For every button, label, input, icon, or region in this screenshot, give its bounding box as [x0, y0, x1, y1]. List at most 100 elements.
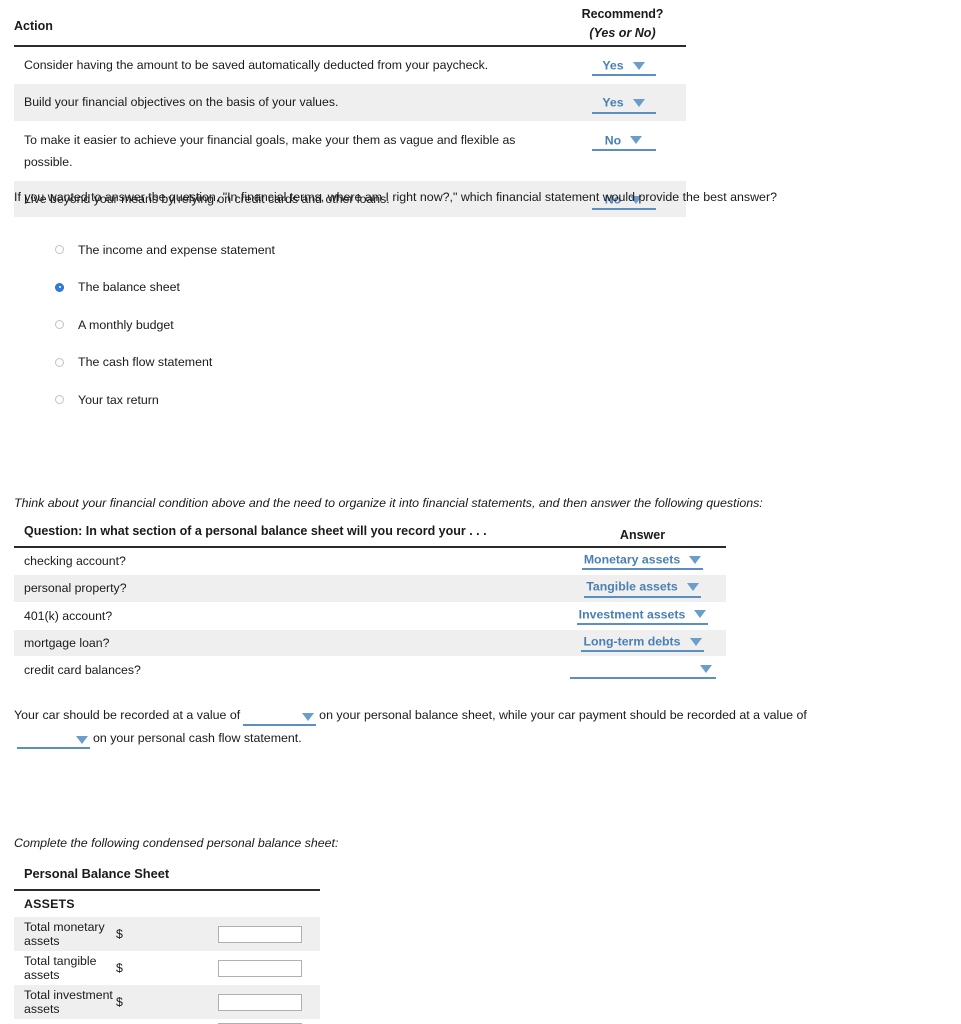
recommend-header-sub: (Yes or No)	[589, 26, 656, 40]
section-header-question: Question: In what section of a personal …	[14, 524, 559, 548]
currency-symbol: $	[116, 917, 218, 951]
chevron-down-icon	[632, 61, 645, 70]
table-row: Consider having the amount to be saved a…	[14, 46, 686, 85]
radio-option-tax-return[interactable]: Your tax return	[55, 381, 655, 419]
chevron-down-icon	[76, 735, 88, 744]
section-dropdown-0[interactable]: Monetary assets	[581, 552, 704, 571]
radio-button-icon[interactable]	[55, 320, 64, 330]
answer-cell: No	[559, 121, 686, 181]
answer-cell: Yes	[559, 46, 686, 85]
section-answer-cell: Tangible assets	[559, 574, 726, 603]
recommend-table-header: . Action Recommend? (Yes or No)	[14, 0, 686, 47]
section-header-answer: Answer	[559, 524, 726, 548]
chevron-down-icon	[630, 136, 643, 145]
think-about-instruction: Think about your financial condition abo…	[14, 496, 763, 510]
recommend-dropdown-2-label: No	[604, 132, 622, 147]
chevron-down-icon	[700, 664, 712, 673]
radio-option-cash-flow-statement[interactable]: The cash flow statement	[55, 344, 655, 382]
section-answer-cell: Investment assets	[559, 602, 726, 630]
section-dropdown-3-label: Long-term debts	[583, 634, 681, 648]
section-dropdown-0-label: Monetary assets	[583, 552, 681, 567]
balance-sheet-title-row: Personal Balance Sheet	[14, 866, 320, 891]
table-row: Total tangible assets $	[14, 951, 320, 985]
table-row: Build your financial objectives on the b…	[14, 83, 686, 122]
section-table-header: Question: In what section of a personal …	[14, 524, 726, 548]
action-text: Consider having the amount to be saved a…	[14, 46, 559, 85]
recommend-dropdown-1[interactable]: Yes	[591, 95, 656, 114]
radio-option-balance-sheet[interactable]: The balance sheet	[55, 269, 655, 307]
car-payment-dropdown[interactable]	[17, 732, 90, 749]
radio-option-label: The cash flow statement	[78, 355, 213, 370]
section-answer-cell: Monetary assets	[559, 547, 726, 576]
action-text: Build your financial objectives on the b…	[14, 83, 559, 122]
total-monetary-assets-input[interactable]	[218, 925, 302, 943]
action-text: To make it easier to achieve your financ…	[14, 121, 559, 181]
currency-symbol: $	[116, 961, 123, 975]
section-dropdown-2[interactable]: Investment assets	[576, 606, 709, 625]
radio-option-label: A monthly budget	[78, 317, 174, 332]
recommend-header-top: Recommend?	[581, 7, 664, 21]
recommend-header-action: Action	[14, 19, 53, 33]
recommend-dropdown-1-label: Yes	[602, 95, 624, 110]
table-row: mortgage loan? Long-term debts	[14, 629, 726, 658]
radio-button-selected-icon[interactable]	[55, 282, 64, 292]
chevron-down-icon	[694, 610, 707, 619]
chevron-down-icon	[686, 583, 699, 591]
radio-button-icon[interactable]	[55, 357, 64, 367]
table-row: Total monetary assets $	[14, 917, 320, 951]
currency-symbol: $	[116, 1019, 218, 1024]
chevron-down-icon	[632, 99, 645, 107]
car-value-paragraph: Your car should be recorded at a value o…	[14, 704, 914, 750]
section-dropdown-2-label: Investment assets	[578, 606, 686, 621]
radio-option-income-expense-statement[interactable]: The income and expense statement	[55, 231, 655, 269]
section-question-text: personal property?	[14, 574, 559, 603]
radio-option-label: The income and expense statement	[78, 242, 275, 257]
balance-row-label: Total monetary assets	[14, 917, 116, 951]
chevron-down-icon	[689, 555, 702, 564]
table-row: Total assets $	[14, 1019, 320, 1024]
section-question-text: credit card balances?	[14, 656, 559, 684]
recommend-header-answer-cell: Recommend? (Yes or No)	[559, 0, 686, 47]
personal-balance-sheet-table: Personal Balance Sheet ASSETS Total mone…	[14, 866, 320, 1024]
balance-row-label: Total tangible assets	[24, 954, 97, 982]
section-answer-cell	[559, 656, 726, 684]
total-investment-assets-input[interactable]	[218, 993, 302, 1011]
section-dropdown-4[interactable]	[569, 661, 716, 679]
car-paragraph-part2: on your personal balance sheet, while yo…	[319, 708, 807, 722]
recommend-table: . Action Recommend? (Yes or No) Consider…	[14, 0, 686, 219]
radio-option-label: Your tax return	[78, 392, 159, 407]
section-question-text: mortgage loan?	[14, 629, 559, 658]
balance-input-cell	[218, 917, 320, 951]
currency-symbol: $	[116, 985, 218, 1019]
radio-option-label: The balance sheet	[78, 280, 180, 295]
section-question-text: checking account?	[14, 547, 559, 576]
balance-input-cell	[218, 985, 320, 1019]
recommend-header-action-cell: . Action	[14, 0, 559, 47]
table-row: 401(k) account? Investment assets	[14, 602, 726, 630]
radio-button-icon[interactable]	[55, 395, 64, 405]
multiple-choice-prompt: If you wanted to answer the question, "I…	[14, 190, 777, 204]
recommend-dropdown-2[interactable]: No	[591, 132, 656, 151]
chevron-down-icon	[689, 637, 702, 646]
car-paragraph-part1: Your car should be recorded at a value o…	[14, 708, 241, 722]
table-row: Total investment assets $	[14, 985, 320, 1019]
multiple-choice-options: The income and expense statement The bal…	[55, 231, 655, 419]
total-tangible-assets-input[interactable]	[218, 959, 302, 977]
radio-button-icon[interactable]	[55, 245, 64, 255]
chevron-down-icon	[302, 712, 315, 721]
section-dropdown-1-label: Tangible assets	[586, 579, 678, 594]
table-row: credit card balances?	[14, 656, 726, 684]
balance-sheet-title: Personal Balance Sheet	[14, 866, 320, 891]
radio-option-monthly-budget[interactable]: A monthly budget	[55, 306, 655, 344]
section-dropdown-3[interactable]: Long-term debts	[581, 634, 704, 652]
section-question-text: 401(k) account?	[14, 602, 559, 630]
table-row: To make it easier to achieve your financ…	[14, 121, 686, 181]
car-paragraph-part3: on your personal cash flow statement.	[93, 731, 302, 745]
section-dropdown-1[interactable]: Tangible assets	[584, 579, 701, 598]
car-value-dropdown[interactable]	[243, 709, 317, 726]
section-question-table: Question: In what section of a personal …	[14, 524, 726, 684]
balance-input-cell	[218, 1019, 320, 1024]
recommend-dropdown-0[interactable]: Yes	[591, 58, 656, 77]
answer-cell: Yes	[559, 83, 686, 122]
worksheet-page: . Action Recommend? (Yes or No) Consider…	[0, 0, 961, 1024]
